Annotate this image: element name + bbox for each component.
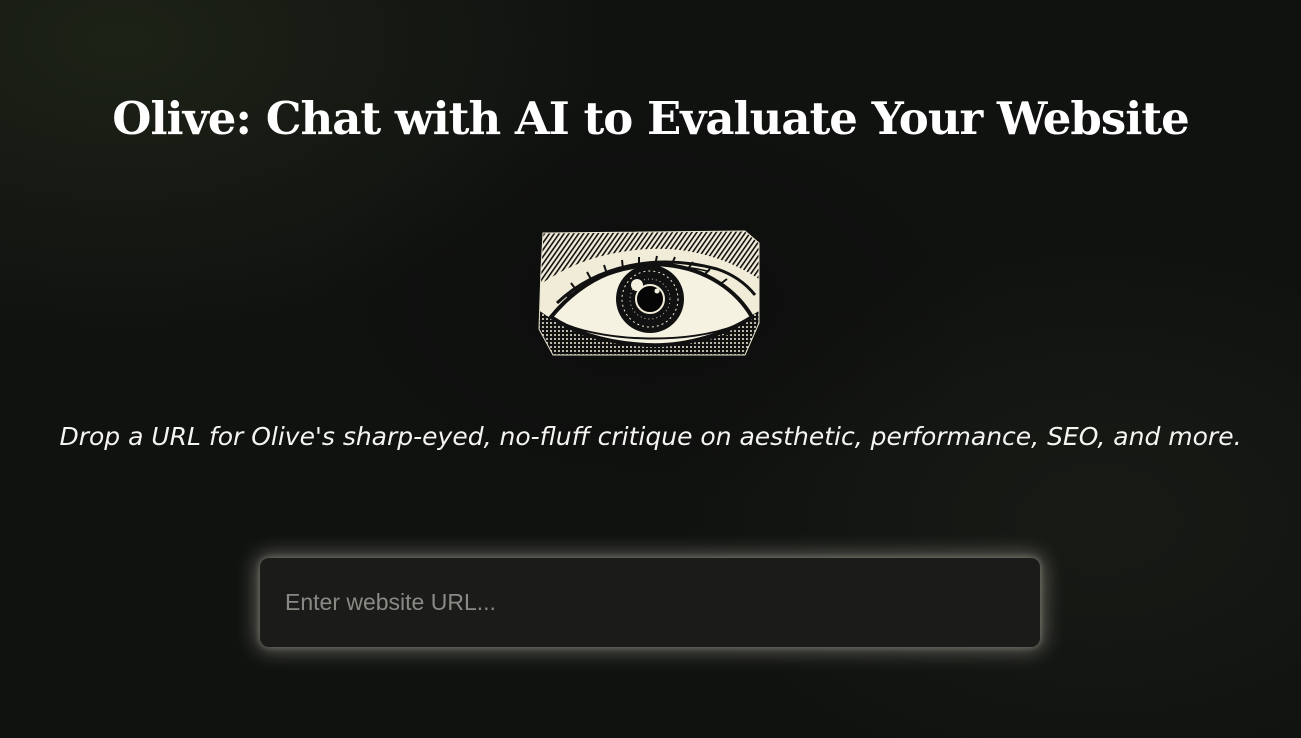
page-title: Olive: Chat with AI to Evaluate Your Web… [112,92,1189,145]
url-input[interactable] [260,558,1040,647]
page-subtitle: Drop a URL for Olive's sharp-eyed, no-fl… [59,422,1242,451]
url-input-container [260,558,1040,647]
eye-icon [537,229,762,357]
